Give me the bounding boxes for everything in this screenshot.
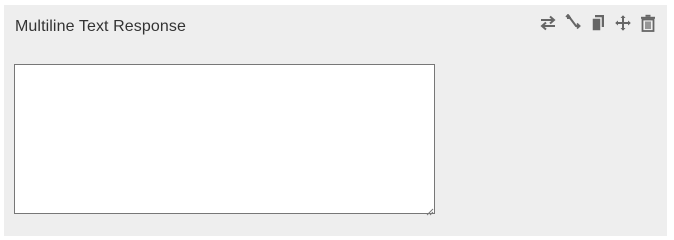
- swap-icon[interactable]: [539, 14, 557, 32]
- branch-icon[interactable]: [564, 14, 582, 32]
- trash-icon[interactable]: [639, 14, 657, 32]
- question-toolbar: [539, 14, 657, 32]
- move-icon[interactable]: [614, 14, 632, 32]
- resize-handle-icon[interactable]: [424, 203, 434, 216]
- multiline-answer-field[interactable]: [14, 64, 435, 214]
- question-title: Multiline Text Response: [15, 18, 186, 35]
- question-panel: Multiline Text Response: [4, 5, 667, 236]
- copy-icon[interactable]: [589, 14, 607, 32]
